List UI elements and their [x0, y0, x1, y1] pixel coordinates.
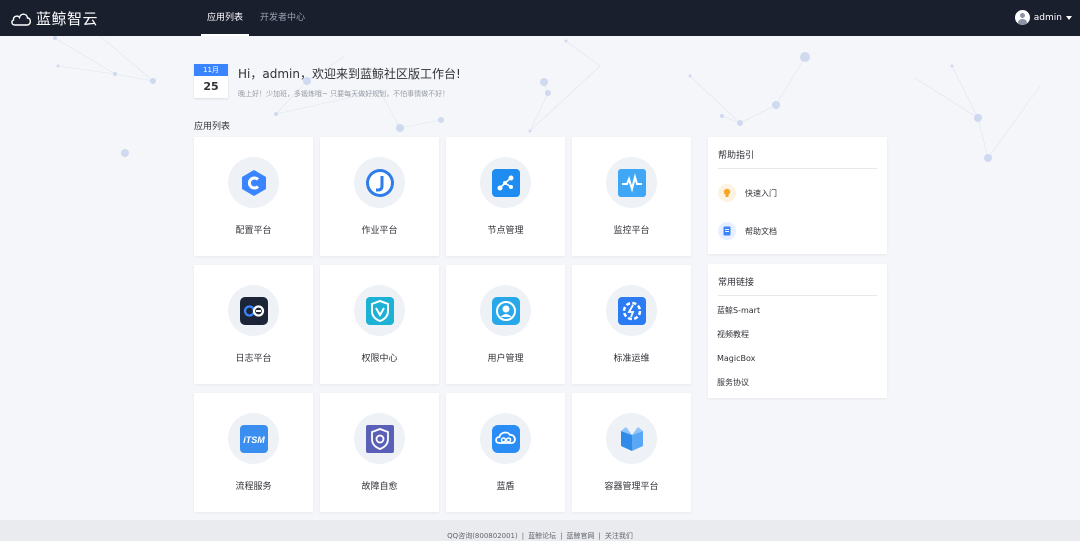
brand-name: 蓝鲸智云 — [36, 10, 99, 28]
brand-logo[interactable]: 蓝鲸智云 — [10, 8, 98, 29]
app-card-user-management[interactable]: 用户管理 — [446, 265, 565, 384]
user-management-icon — [491, 296, 520, 325]
footer-follow-link[interactable]: 关注我们 — [605, 532, 633, 540]
log-platform-icon — [239, 296, 268, 325]
welcome-subtitle: 晚上好！少加班，多锻炼哦~ 只要每天做好规划，不怕事情做不好！ — [238, 90, 450, 98]
app-card-label: 故障自愈 — [361, 482, 398, 492]
help-item-label: 帮助文档 — [745, 226, 777, 236]
common-links-panel: 常用链接 蓝鲸S-mart 视频教程 MagicBox 服务协议 — [708, 264, 887, 398]
itsm-icon-text: iTSM — [243, 435, 265, 445]
date-calendar-badge: 11月 25 — [194, 64, 228, 98]
chevron-down-icon — [1066, 15, 1072, 20]
footer-forum-link[interactable]: 蓝鲸论坛 — [528, 532, 556, 540]
app-card-log-platform[interactable]: 日志平台 — [194, 265, 313, 384]
app-card-label: 用户管理 — [487, 354, 524, 364]
welcome-greeting: 11月 25 Hi，admin，欢迎来到蓝鲸社区版工作台! 晚上好！少加班，多锻… — [194, 64, 461, 99]
app-card-label: 标准运维 — [613, 354, 650, 364]
app-card-label: 作业平台 — [361, 226, 398, 236]
help-guide-title: 帮助指引 — [718, 137, 877, 169]
container-platform-icon — [620, 426, 643, 451]
app-card-standard-ops[interactable]: 标准运维 — [572, 265, 691, 384]
link-item[interactable]: 视频教程 — [708, 323, 887, 347]
top-navigation-bar: 蓝鲸智云 应用列表 开发者中心 admin — [0, 0, 1080, 36]
monitor-platform-icon — [617, 168, 646, 197]
node-management-icon — [491, 168, 520, 197]
footer-site-link[interactable]: 蓝鲸官网 — [566, 532, 594, 540]
calendar-day: 25 — [203, 80, 219, 93]
document-icon — [718, 222, 736, 240]
app-card-node-management[interactable]: 节点管理 — [446, 137, 565, 256]
link-item[interactable]: 蓝鲸S-mart — [708, 299, 887, 323]
link-item[interactable]: 服务协议 — [708, 371, 887, 395]
app-card-config-platform[interactable]: 配置平台 — [194, 137, 313, 256]
avatar — [1014, 10, 1030, 25]
app-card-job-platform[interactable]: 作业平台 — [320, 137, 439, 256]
link-item[interactable]: MagicBox — [708, 347, 887, 371]
app-card-fault-self-healing[interactable]: 故障自愈 — [320, 393, 439, 512]
help-item-documentation[interactable]: 帮助文档 — [708, 212, 887, 250]
help-guide-panel: 帮助指引 快速入门 帮助文档 — [708, 137, 887, 254]
app-card-label: 蓝盾 — [496, 482, 515, 492]
common-links-title: 常用链接 — [718, 264, 877, 296]
footer-separator: | — [598, 532, 601, 540]
calendar-month: 11月 — [194, 64, 228, 76]
standard-ops-icon — [617, 296, 646, 325]
welcome-title: Hi，admin，欢迎来到蓝鲸社区版工作台! — [238, 67, 461, 81]
cloud-logo-icon — [11, 12, 32, 26]
app-card-label: 权限中心 — [361, 354, 398, 364]
help-item-quick-start[interactable]: 快速入门 — [708, 174, 887, 212]
lightbulb-icon — [718, 184, 736, 202]
footer-separator: | — [521, 532, 525, 540]
app-card-label: 容器管理平台 — [604, 482, 659, 492]
app-card-permission-center[interactable]: 权限中心 — [320, 265, 439, 384]
permission-center-icon — [365, 296, 394, 325]
app-card-label: 日志平台 — [235, 354, 272, 364]
nav-tab-developer-center[interactable]: 开发者中心 — [254, 0, 311, 36]
app-card-monitor-platform[interactable]: 监控平台 — [572, 137, 691, 256]
bluedun-icon — [491, 424, 520, 453]
app-card-container-platform[interactable]: 容器管理平台 — [572, 393, 691, 512]
app-card-label: 流程服务 — [235, 482, 272, 492]
nav-tab-app-list[interactable]: 应用列表 — [201, 0, 250, 36]
footer-separator: | — [560, 532, 563, 540]
main-nav: 应用列表 开发者中心 — [201, 0, 316, 36]
user-menu[interactable]: admin — [1014, 10, 1072, 25]
job-platform-icon — [365, 168, 394, 197]
config-platform-icon — [241, 169, 266, 196]
app-card-itsm[interactable]: iTSM 流程服务 — [194, 393, 313, 512]
app-card-label: 监控平台 — [613, 226, 650, 236]
itsm-icon: iTSM — [239, 424, 268, 453]
app-list-heading: 应用列表 — [194, 122, 231, 132]
user-name: admin — [1033, 12, 1062, 23]
footer-qq-link[interactable]: QQ咨询(800802001) — [447, 532, 518, 540]
app-card-label: 配置平台 — [235, 226, 272, 236]
footer: QQ咨询(800802001) | 蓝鲸论坛 | 蓝鲸官网 | 关注我们 — [0, 520, 1080, 541]
app-card-bluedun[interactable]: 蓝盾 — [446, 393, 565, 512]
app-card-label: 节点管理 — [487, 226, 524, 236]
fault-self-healing-icon — [365, 424, 394, 453]
help-item-label: 快速入门 — [745, 188, 777, 198]
